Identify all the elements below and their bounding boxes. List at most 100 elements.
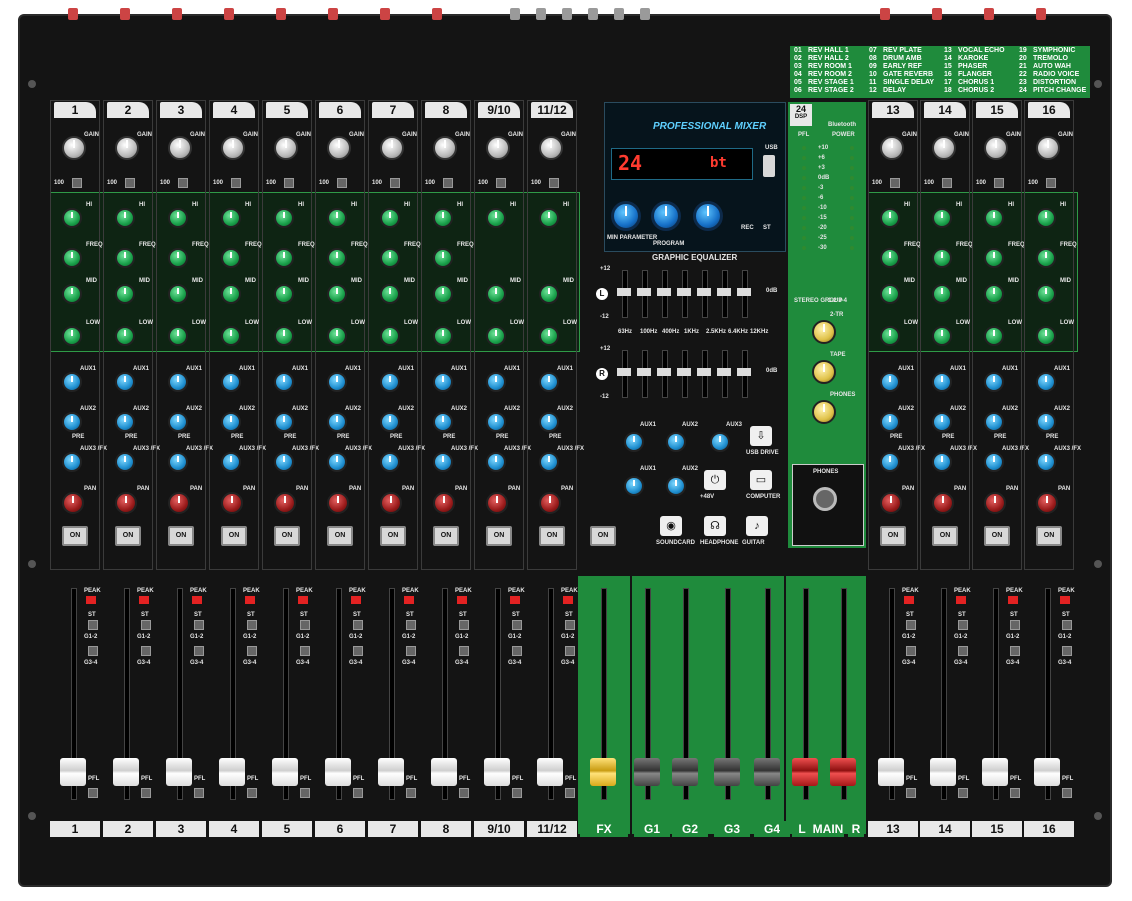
route-st-button[interactable] — [300, 620, 310, 630]
aux2-send-knob[interactable] — [1036, 412, 1056, 432]
eq-low-knob[interactable] — [984, 326, 1004, 346]
pfl-button[interactable] — [194, 788, 204, 798]
pfl-button[interactable] — [141, 788, 151, 798]
pad-switch[interactable] — [443, 178, 453, 188]
aux1-send-knob[interactable] — [539, 372, 559, 392]
eq-low-knob[interactable] — [274, 326, 294, 346]
route-st-button[interactable] — [958, 620, 968, 630]
pan-knob[interactable] — [115, 492, 137, 514]
route-g12-button[interactable] — [406, 646, 416, 656]
channel-on-button[interactable]: ON — [274, 526, 300, 546]
route-g12-button[interactable] — [565, 646, 575, 656]
gain-knob[interactable] — [433, 136, 457, 160]
eq-mid-knob[interactable] — [539, 284, 559, 304]
route-g12-button[interactable] — [247, 646, 257, 656]
master-aux1-knob[interactable] — [624, 432, 644, 452]
eq-mid-knob[interactable] — [62, 284, 82, 304]
pan-knob[interactable] — [274, 492, 296, 514]
pfl-button[interactable] — [565, 788, 575, 798]
channel-fader[interactable] — [219, 758, 245, 786]
eq-freq-knob[interactable] — [932, 248, 952, 268]
aux2-send-knob[interactable] — [486, 412, 506, 432]
gain-knob[interactable] — [62, 136, 86, 160]
eq-mid-knob[interactable] — [433, 284, 453, 304]
eq-mid-knob[interactable] — [486, 284, 506, 304]
eq-low-knob[interactable] — [380, 326, 400, 346]
group-fader[interactable] — [714, 758, 740, 786]
aux3-send-knob[interactable] — [168, 452, 188, 472]
pfl-button[interactable] — [512, 788, 522, 798]
eq-freq-knob[interactable] — [433, 248, 453, 268]
eq-low-knob[interactable] — [1036, 326, 1056, 346]
gain-knob[interactable] — [327, 136, 351, 160]
aux3-send-knob[interactable] — [1036, 452, 1056, 472]
pad-switch[interactable] — [1046, 178, 1056, 188]
channel-fader[interactable] — [431, 758, 457, 786]
eq-freq-knob[interactable] — [880, 248, 900, 268]
eq-hi-knob[interactable] — [327, 208, 347, 228]
eq-freq-knob[interactable] — [62, 248, 82, 268]
channel-on-button[interactable]: ON — [880, 526, 906, 546]
channel-on-button[interactable]: ON — [486, 526, 512, 546]
geq-slider-cap[interactable] — [737, 368, 751, 376]
eq-low-knob[interactable] — [486, 326, 506, 346]
route-st-button[interactable] — [512, 620, 522, 630]
channel-fader[interactable] — [272, 758, 298, 786]
route-g12-button[interactable] — [141, 646, 151, 656]
gain-knob[interactable] — [221, 136, 245, 160]
route-st-button[interactable] — [459, 620, 469, 630]
eq-mid-knob[interactable] — [327, 284, 347, 304]
eq-hi-knob[interactable] — [1036, 208, 1056, 228]
aux1-send-knob[interactable] — [984, 372, 1004, 392]
route-g12-button[interactable] — [88, 646, 98, 656]
pan-knob[interactable] — [1036, 492, 1058, 514]
eq-freq-knob[interactable] — [168, 248, 188, 268]
pfl-button[interactable] — [958, 788, 968, 798]
channel-on-button[interactable]: ON — [115, 526, 141, 546]
aux3-send-knob[interactable] — [115, 452, 135, 472]
pfl-button[interactable] — [300, 788, 310, 798]
route-st-button[interactable] — [1010, 620, 1020, 630]
group-fader[interactable] — [672, 758, 698, 786]
route-st-button[interactable] — [194, 620, 204, 630]
eq-low-knob[interactable] — [115, 326, 135, 346]
pan-knob[interactable] — [539, 492, 561, 514]
aux3-send-knob[interactable] — [62, 452, 82, 472]
eq-low-knob[interactable] — [932, 326, 952, 346]
eq-freq-knob[interactable] — [380, 248, 400, 268]
pan-knob[interactable] — [168, 492, 190, 514]
fx-fader[interactable] — [590, 758, 616, 786]
channel-fader[interactable] — [537, 758, 563, 786]
pad-switch[interactable] — [942, 178, 952, 188]
pfl-button[interactable] — [353, 788, 363, 798]
pfl-button[interactable] — [406, 788, 416, 798]
eq-hi-knob[interactable] — [274, 208, 294, 228]
main-fader[interactable] — [792, 758, 818, 786]
eq-freq-knob[interactable] — [221, 248, 241, 268]
route-g12-button[interactable] — [459, 646, 469, 656]
route-g12-button[interactable] — [300, 646, 310, 656]
channel-on-button[interactable]: ON — [380, 526, 406, 546]
group-fader[interactable] — [754, 758, 780, 786]
aux3-send-knob[interactable] — [380, 452, 400, 472]
channel-fader[interactable] — [982, 758, 1008, 786]
geq-slider-cap[interactable] — [617, 368, 631, 376]
pfl-button[interactable] — [459, 788, 469, 798]
tape-knob[interactable] — [812, 360, 836, 384]
pfl-button[interactable] — [1062, 788, 1072, 798]
route-g12-button[interactable] — [512, 646, 522, 656]
pfl-button[interactable] — [88, 788, 98, 798]
pan-knob[interactable] — [984, 492, 1006, 514]
aux2-send-knob[interactable] — [221, 412, 241, 432]
route-st-button[interactable] — [353, 620, 363, 630]
geq-slider-cap[interactable] — [657, 368, 671, 376]
geq-slider-cap[interactable] — [657, 288, 671, 296]
eq-low-knob[interactable] — [168, 326, 188, 346]
route-st-button[interactable] — [565, 620, 575, 630]
pan-knob[interactable] — [62, 492, 84, 514]
program-knob[interactable] — [651, 201, 681, 231]
phones-knob[interactable] — [812, 400, 836, 424]
eq-mid-knob[interactable] — [168, 284, 188, 304]
aux1-send-knob[interactable] — [62, 372, 82, 392]
route-g12-button[interactable] — [194, 646, 204, 656]
